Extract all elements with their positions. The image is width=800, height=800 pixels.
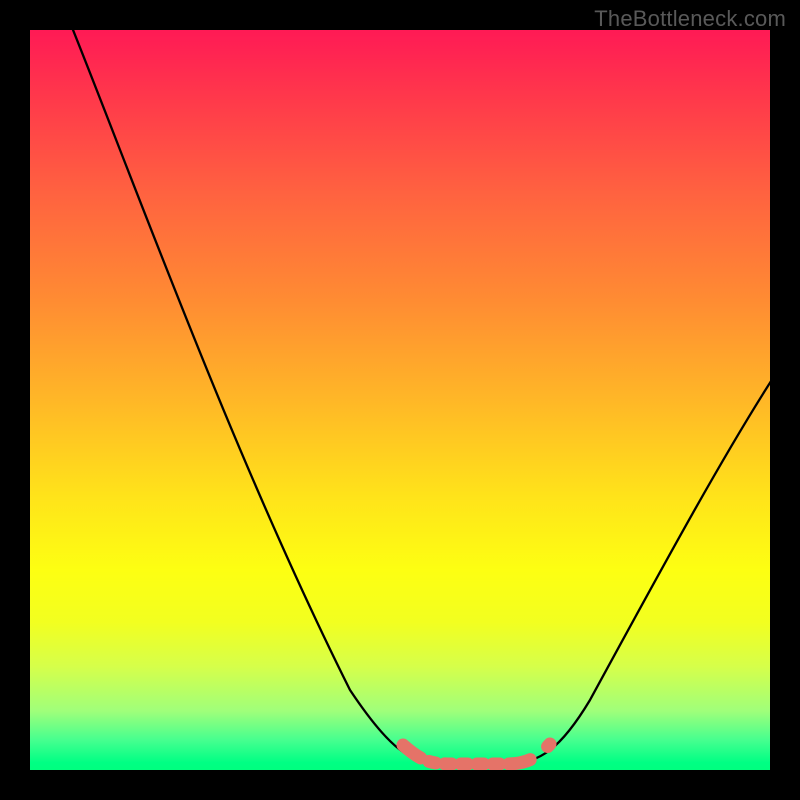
optimal-band <box>403 744 550 764</box>
chart-container: TheBottleneck.com <box>0 0 800 800</box>
curve-overlay <box>30 30 770 770</box>
plot-area <box>30 30 770 770</box>
watermark-text: TheBottleneck.com <box>594 6 786 32</box>
bottleneck-curve <box>65 30 770 764</box>
